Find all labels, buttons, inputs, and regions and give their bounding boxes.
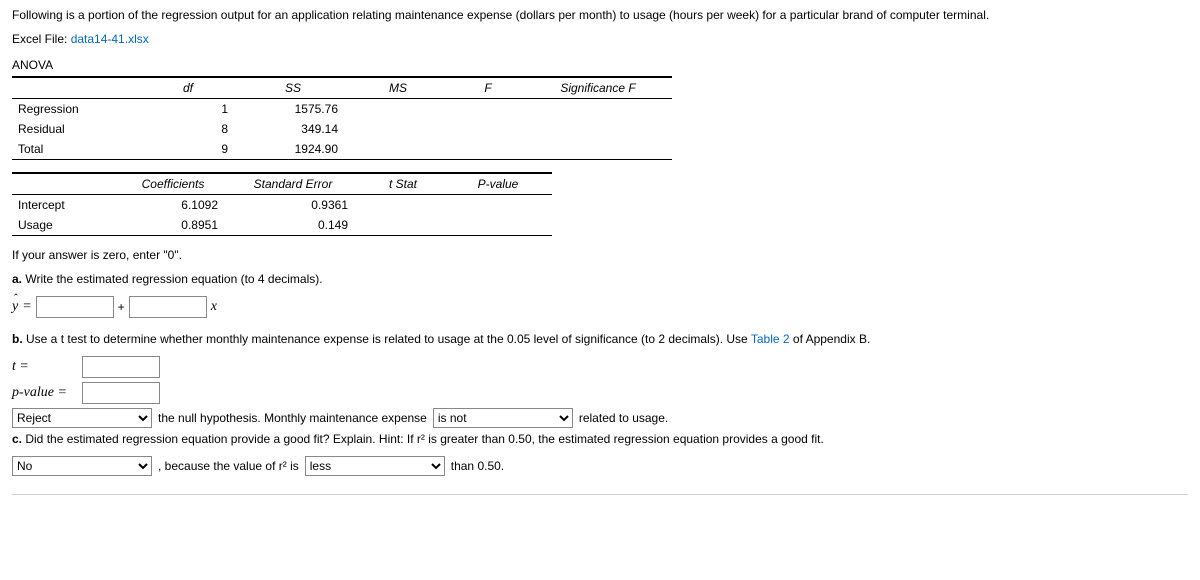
coef-row-label: Intercept xyxy=(12,195,122,216)
file-link[interactable]: data14-41.xlsx xyxy=(71,32,149,46)
coef-cell: 0.8951 xyxy=(122,215,232,236)
anova-h3: MS xyxy=(352,77,452,99)
anova-row-label: Regression xyxy=(12,99,142,120)
qc-label: c. xyxy=(12,432,22,446)
regression-equation: ˆy = + x xyxy=(12,296,1188,318)
fit-select[interactable]: No xyxy=(12,456,152,476)
anova-cell: 349.14 xyxy=(242,119,352,139)
anova-h4: F xyxy=(452,77,532,99)
coef-cell: 6.1092 xyxy=(122,195,232,216)
intercept-input[interactable] xyxy=(36,296,114,318)
coef-cell: 0.9361 xyxy=(232,195,362,216)
table-row: Regression 1 1575.76 xyxy=(12,99,672,120)
slope-input[interactable] xyxy=(129,296,207,318)
anova-row-label: Total xyxy=(12,139,142,160)
coef-row-label: Usage xyxy=(12,215,122,236)
reject-select[interactable]: Reject xyxy=(12,408,152,428)
table-row: Intercept 6.1092 0.9361 xyxy=(12,195,552,216)
coef-h3: t Stat xyxy=(362,173,452,195)
isnot-select[interactable]: is not xyxy=(433,408,573,428)
t-input[interactable] xyxy=(82,356,160,378)
anova-row-label: Residual xyxy=(12,119,142,139)
qb-text: Use a t test to determine whether monthl… xyxy=(23,332,751,346)
plus: + xyxy=(118,300,125,314)
anova-h0 xyxy=(12,77,142,99)
table-row: Usage 0.8951 0.149 xyxy=(12,215,552,236)
anova-cell: 9 xyxy=(142,139,242,160)
anova-h5: Significance F xyxy=(532,77,672,99)
coef-table: Coefficients Standard Error t Stat P-val… xyxy=(12,172,552,236)
file-label: Excel File: xyxy=(12,32,71,46)
equals: = xyxy=(22,299,31,315)
pvalue-label: p-value = xyxy=(12,385,76,401)
t-row: t = xyxy=(12,356,1188,378)
question-a: a. Write the estimated regression equati… xyxy=(12,272,1188,286)
anova-label: ANOVA xyxy=(12,58,1188,72)
fit-row: No , because the value of r² is less tha… xyxy=(12,456,1188,476)
anova-h2: SS xyxy=(242,77,352,99)
coef-h4: P-value xyxy=(452,173,552,195)
pvalue-row: p-value = xyxy=(12,382,1188,404)
qb-text2: of Appendix B. xyxy=(790,332,871,346)
x-symbol: x xyxy=(211,299,217,315)
less-select[interactable]: less xyxy=(305,456,445,476)
anova-cell: 1924.90 xyxy=(242,139,352,160)
yhat-symbol: ˆy xyxy=(12,299,18,315)
anova-h1: df xyxy=(142,77,242,99)
reject-tail2: related to usage. xyxy=(579,411,668,425)
qc-text: Did the estimated regression equation pr… xyxy=(22,432,824,446)
anova-cell: 1575.76 xyxy=(242,99,352,120)
zero-note: If your answer is zero, enter "0". xyxy=(12,248,1188,262)
coef-h2: Standard Error xyxy=(232,173,362,195)
coef-header-row: Coefficients Standard Error t Stat P-val… xyxy=(12,173,552,195)
reject-row: Reject the null hypothesis. Monthly main… xyxy=(12,408,1188,428)
table2-link[interactable]: Table 2 xyxy=(751,332,790,346)
qa-text: Write the estimated regression equation … xyxy=(22,272,323,286)
qb-label: b. xyxy=(12,332,23,346)
question-b: b. Use a t test to determine whether mon… xyxy=(12,332,1188,346)
table-row: Residual 8 349.14 xyxy=(12,119,672,139)
reject-tail1: the null hypothesis. Monthly maintenance… xyxy=(158,411,427,425)
qc-tail2: than 0.50. xyxy=(451,459,504,473)
anova-cell: 1 xyxy=(142,99,242,120)
coef-cell: 0.149 xyxy=(232,215,362,236)
intro-text: Following is a portion of the regression… xyxy=(12,8,1188,22)
file-line: Excel File: data14-41.xlsx xyxy=(12,32,1188,46)
pvalue-input[interactable] xyxy=(82,382,160,404)
qa-label: a. xyxy=(12,272,22,286)
anova-header-row: df SS MS F Significance F xyxy=(12,77,672,99)
anova-table: df SS MS F Significance F Regression 1 1… xyxy=(12,76,672,160)
anova-cell: 8 xyxy=(142,119,242,139)
t-label: t = xyxy=(12,359,76,375)
qc-tail1: , because the value of r² is xyxy=(158,459,299,473)
table-row: Total 9 1924.90 xyxy=(12,139,672,160)
coef-h0 xyxy=(12,173,122,195)
coef-h1: Coefficients xyxy=(122,173,232,195)
question-c: c. Did the estimated regression equation… xyxy=(12,432,1188,446)
end-rule xyxy=(12,494,1188,495)
